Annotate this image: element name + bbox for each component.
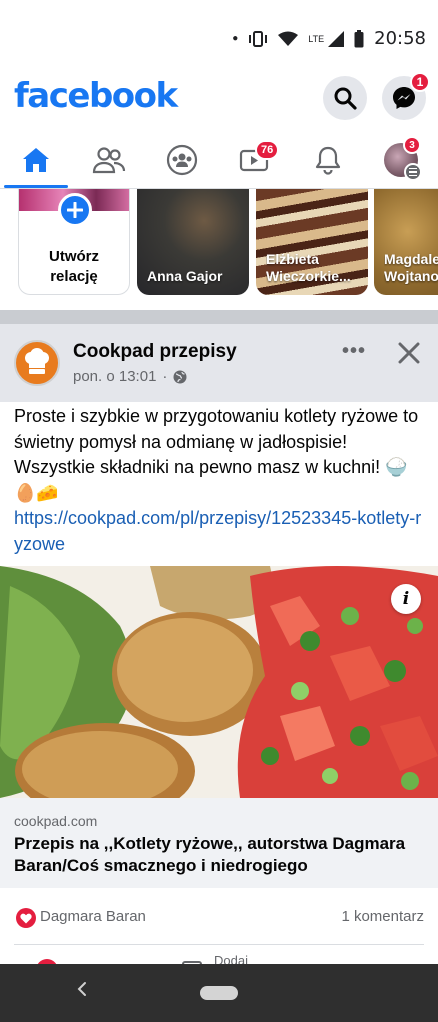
create-story-card[interactable]: Utwórz relację xyxy=(18,189,130,295)
bell-icon xyxy=(315,146,341,175)
clock: 20:58 xyxy=(374,28,426,49)
tab-bar: 76 3 xyxy=(0,132,438,188)
home-gesture-pill[interactable] xyxy=(200,986,238,1000)
notification-dot-icon: ● xyxy=(232,33,239,44)
app-header: facebook 1 xyxy=(0,70,438,130)
story-card[interactable]: Anna Gajor xyxy=(137,189,249,295)
post-actions: Dodaj ➦ xyxy=(0,945,438,965)
link-title: Przepis na ,,Kotlety ryżowe,, autorstwa … xyxy=(14,834,406,875)
link-preview[interactable]: cookpad.com Przepis na ,,Kotlety ryżowe,… xyxy=(0,798,438,888)
back-button[interactable] xyxy=(76,980,88,1003)
heart-icon xyxy=(20,913,32,923)
search-icon xyxy=(334,87,357,110)
back-chevron-icon xyxy=(77,982,86,996)
post-header: Cookpad przepisy pon. o 13:01 · ••• xyxy=(0,324,438,402)
search-button[interactable] xyxy=(323,76,367,120)
watch-badge: 76 xyxy=(255,140,280,160)
battery-icon xyxy=(354,29,364,47)
close-icon xyxy=(398,342,420,364)
info-button[interactable]: i xyxy=(391,584,421,614)
reactions-bar: Dagmara Baran 1 komentarz xyxy=(0,898,438,938)
post-image[interactable]: i xyxy=(0,566,438,798)
tab-home[interactable] xyxy=(0,132,72,188)
story-author: Anna Gajor xyxy=(147,268,223,284)
tab-menu[interactable]: 3 xyxy=(365,132,437,188)
story-author: Elżbieta Wieczorkie... xyxy=(266,251,351,284)
system-nav-bar xyxy=(0,964,438,1022)
signal-icon xyxy=(328,30,345,47)
globe-icon xyxy=(173,370,187,383)
friends-icon xyxy=(92,147,126,174)
create-story-label: Utwórz relację xyxy=(49,248,99,285)
menu-lines-icon xyxy=(404,163,422,181)
story-author: Magdalena Wojtano... xyxy=(384,251,438,284)
status-bar: ● LTE 20:58 xyxy=(0,0,438,70)
link-domain: cookpad.com xyxy=(14,813,98,829)
network-label: LTE xyxy=(308,33,325,44)
stories-tray: Utwórz relację Anna Gajor Elżbieta Wiecz… xyxy=(0,189,438,309)
tab-notifications[interactable] xyxy=(292,132,364,188)
love-reaction-icon xyxy=(16,908,36,928)
feed-divider xyxy=(0,310,438,324)
add-story-button[interactable] xyxy=(58,193,92,227)
page-name[interactable]: Cookpad przepisy xyxy=(73,341,237,363)
chef-hat-icon xyxy=(25,348,49,374)
story-card[interactable]: Magdalena Wojtano... xyxy=(374,189,438,295)
vibrate-icon xyxy=(249,30,268,47)
tab-groups[interactable] xyxy=(146,132,218,188)
messenger-button[interactable]: 1 xyxy=(382,72,430,120)
food-photo xyxy=(0,566,438,798)
post-link[interactable]: https://cookpad.com/pl/przepisy/12523345… xyxy=(14,506,424,557)
info-icon: i xyxy=(402,589,410,609)
groups-icon xyxy=(166,144,198,176)
post-message: Proste i szybkie w przygotowaniu kotlety… xyxy=(14,406,419,503)
more-options-button[interactable]: ••• xyxy=(342,340,366,363)
hide-post-button[interactable] xyxy=(398,334,420,372)
menu-badge: 3 xyxy=(403,136,421,154)
post-meta: pon. o 13:01 · xyxy=(73,368,187,385)
status-icons: ● LTE 20:58 xyxy=(232,28,426,49)
home-icon xyxy=(23,148,49,172)
facebook-logo[interactable]: facebook xyxy=(14,76,178,116)
story-card[interactable]: Elżbieta Wieczorkie... xyxy=(256,189,368,295)
plus-icon xyxy=(67,202,83,218)
page-avatar[interactable] xyxy=(14,340,60,386)
post-time[interactable]: pon. o 13:01 xyxy=(73,368,156,385)
messenger-badge: 1 xyxy=(410,72,430,92)
wifi-icon xyxy=(278,31,299,46)
tab-friends[interactable] xyxy=(73,132,145,188)
tab-watch[interactable]: 76 xyxy=(219,132,291,188)
comment-count[interactable]: 1 komentarz xyxy=(341,908,424,925)
reaction-names[interactable]: Dagmara Baran xyxy=(40,908,146,925)
post-body: Proste i szybkie w przygotowaniu kotlety… xyxy=(14,404,424,557)
